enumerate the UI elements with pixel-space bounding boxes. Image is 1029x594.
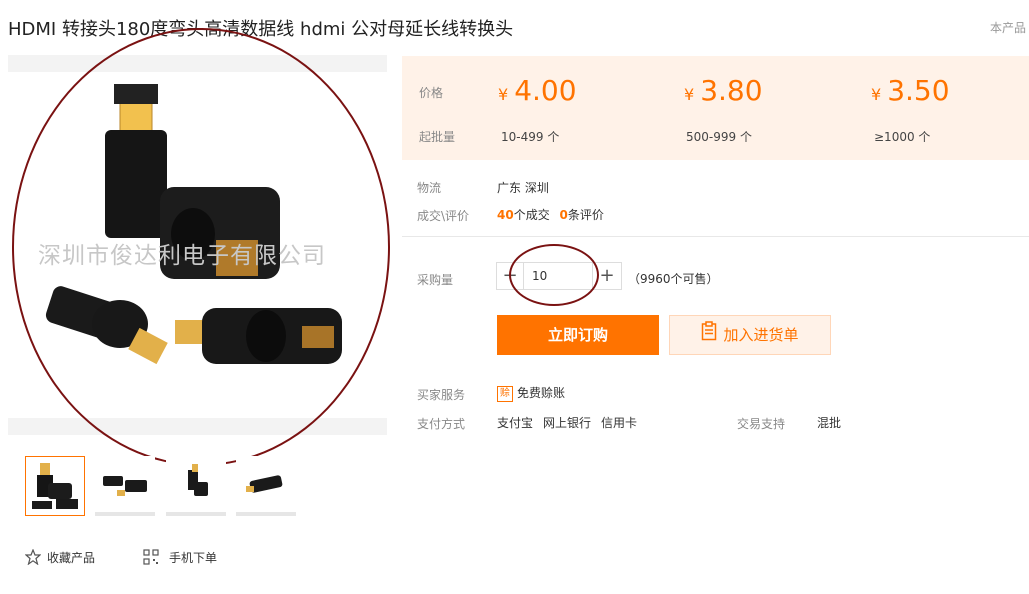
deal-stats: 40个成交 0条评价 — [497, 206, 604, 223]
thumbnail-4-image — [246, 475, 283, 493]
product-title: HDMI 转接头180度弯头高清数据线 hdmi 公对母延长线转换头 — [8, 19, 514, 40]
thumbnail-3-image — [188, 464, 208, 496]
price-value: 3.50 — [887, 74, 950, 107]
payment-credit-card: 信用卡 — [601, 416, 638, 430]
currency-symbol: ¥ — [498, 85, 509, 104]
thumbnail-4[interactable] — [236, 456, 296, 516]
annotation-circle-image — [12, 28, 390, 466]
clipboard-icon — [701, 317, 717, 355]
thumbnail-3[interactable] — [166, 456, 226, 516]
credit-badge-icon: 赊 — [497, 385, 513, 402]
price-label: 价格 — [419, 86, 444, 100]
deals-label: 成交\评价 — [417, 209, 470, 223]
services-text: 免费赊账 — [517, 386, 566, 400]
thumbnail-1[interactable] — [25, 456, 85, 516]
payment-online-bank: 网上银行 — [543, 416, 592, 430]
quantity-label: 采购量 — [417, 273, 454, 287]
deal-count[interactable]: 40 — [497, 208, 514, 222]
add-to-cart-label: 加入进货单 — [723, 326, 799, 344]
mobile-order-label: 手机下单 — [169, 551, 218, 565]
star-icon — [24, 548, 42, 568]
services-value[interactable]: 赊免费赊账 — [497, 384, 565, 402]
logistics-value: 广东 深圳 — [497, 181, 549, 195]
favorite-product-button[interactable]: 收藏产品 — [24, 548, 96, 568]
buy-now-button[interactable]: 立即订购 — [497, 315, 659, 355]
payment-alipay: 支付宝 — [497, 416, 534, 430]
price-tier-3: ¥3.50 — [871, 74, 950, 107]
payment-label: 支付方式 — [417, 417, 466, 431]
thumbnail-2-bar — [95, 512, 155, 516]
price-value: 4.00 — [514, 74, 577, 107]
trade-support-value: 混批 — [817, 416, 842, 430]
logistics-label: 物流 — [417, 181, 442, 195]
favorite-label: 收藏产品 — [47, 551, 96, 565]
review-suffix: 条评价 — [567, 208, 604, 222]
price-tier-1: ¥4.00 — [498, 74, 577, 107]
mobile-order-button[interactable]: 手机下单 — [143, 549, 217, 568]
review-count[interactable]: 0 — [560, 208, 568, 222]
deal-suffix: 个成交 — [513, 208, 550, 222]
price-value: 3.80 — [700, 74, 763, 107]
thumbnail-2[interactable] — [95, 456, 155, 516]
currency-symbol: ¥ — [871, 85, 882, 104]
qr-code-icon — [143, 549, 159, 568]
currency-symbol: ¥ — [684, 85, 695, 104]
thumbnail-1-image — [32, 463, 78, 509]
available-stock: （9960个可售） — [628, 272, 719, 286]
thumbnail-3-bar — [166, 512, 226, 516]
thumbnail-4-bar — [236, 512, 296, 516]
services-label: 买家服务 — [417, 388, 466, 402]
section-divider — [402, 236, 1029, 237]
annotation-circle-quantity — [509, 244, 599, 306]
moq-label: 起批量 — [419, 130, 456, 144]
trade-support-label: 交易支持 — [737, 417, 786, 431]
price-tier-2: ¥3.80 — [684, 74, 763, 107]
tier-3-range: ≥1000 个 — [874, 130, 931, 144]
add-to-cart-button[interactable]: 加入进货单 — [669, 315, 831, 355]
product-notice: 本产品 — [990, 21, 1027, 35]
tier-1-range: 10-499 个 — [501, 130, 560, 144]
tier-2-range: 500-999 个 — [686, 130, 752, 144]
thumbnail-2-image — [103, 476, 147, 496]
